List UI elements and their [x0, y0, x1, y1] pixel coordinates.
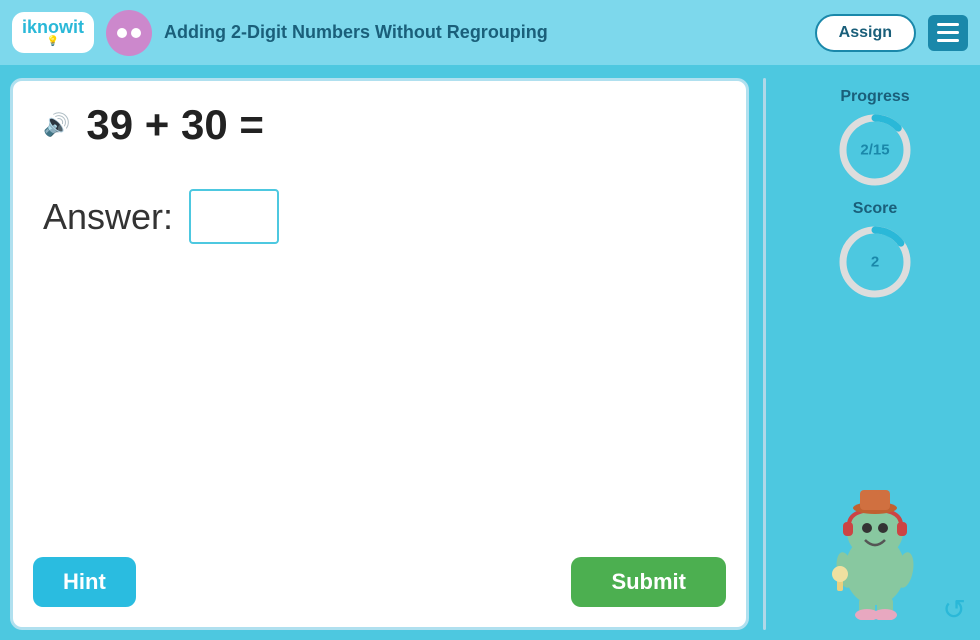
question-text: 39 + 30 = [86, 101, 264, 149]
progress-section: Progress 2/15 [835, 88, 915, 190]
lesson-icon [106, 10, 152, 56]
header: iknowit 💡 Adding 2-Digit Numbers Without… [0, 0, 980, 68]
lesson-dots [117, 28, 141, 38]
submit-button[interactable]: Submit [571, 557, 726, 607]
menu-line-3 [937, 39, 959, 42]
sidebar: Progress 2/15 Score 2 [780, 78, 970, 630]
hint-button[interactable]: Hint [33, 557, 136, 607]
score-section: Score 2 [835, 200, 915, 302]
nav-arrow-container: ↺ [943, 593, 966, 626]
menu-line-1 [937, 23, 959, 26]
assign-button[interactable]: Assign [815, 14, 916, 52]
progress-label: Progress [840, 88, 909, 106]
score-circle: 2 [835, 222, 915, 302]
answer-label: Answer: [43, 196, 173, 238]
mascot [815, 460, 935, 620]
progress-circle: 2/15 [835, 110, 915, 190]
dot1 [117, 28, 127, 38]
question-panel: 🔊 39 + 30 = Answer: Hint Submit [10, 78, 749, 630]
dot2 [131, 28, 141, 38]
progress-value: 2/15 [860, 142, 889, 159]
menu-line-2 [937, 31, 959, 34]
logo: iknowit 💡 [12, 12, 94, 53]
score-value: 2 [871, 254, 879, 271]
answer-input[interactable] [189, 189, 279, 244]
menu-button[interactable] [928, 15, 968, 51]
speaker-icon[interactable]: 🔊 [43, 112, 70, 138]
panel-divider [763, 78, 766, 630]
nav-arrow-icon[interactable]: ↺ [943, 594, 966, 625]
logo-text: iknowit [22, 18, 84, 36]
logo-bulb: 💡 [47, 36, 59, 47]
score-label: Score [853, 200, 897, 218]
lesson-title: Adding 2-Digit Numbers Without Regroupin… [164, 22, 803, 43]
answer-row: Answer: [43, 189, 716, 244]
bottom-buttons: Hint Submit [33, 557, 726, 607]
mascot-svg [815, 460, 935, 620]
main-content: 🔊 39 + 30 = Answer: Hint Submit Progress… [0, 68, 980, 640]
question-row: 🔊 39 + 30 = [43, 101, 716, 149]
